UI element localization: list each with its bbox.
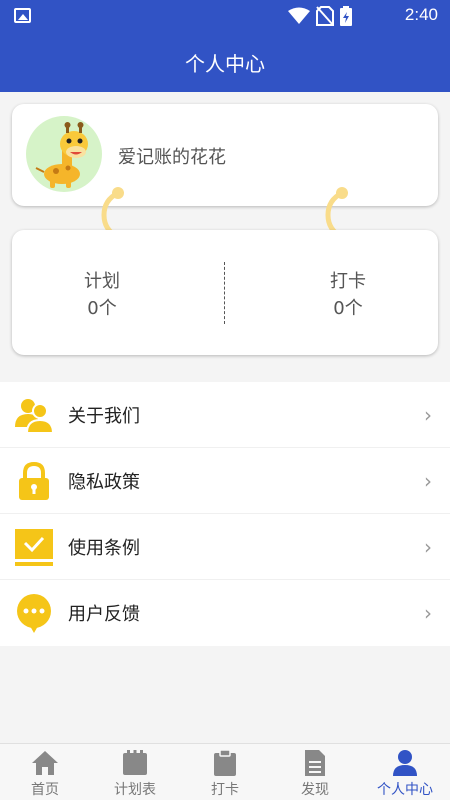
person-icon: [393, 750, 417, 776]
stat-plan[interactable]: 计划 0个: [12, 268, 192, 322]
tab-home[interactable]: 首页: [0, 744, 90, 800]
clipboard-icon: [214, 749, 236, 776]
profile-card[interactable]: 爱记账的花花: [12, 104, 438, 206]
stats-card: 计划 0个 打卡 0个: [12, 230, 438, 355]
stat-plan-label: 计划: [84, 271, 120, 292]
chevron-right-icon: ›: [424, 468, 432, 493]
tab-discover[interactable]: 发现: [270, 744, 360, 800]
menu-item-about[interactable]: 关于我们 ›: [0, 382, 450, 448]
wifi-icon: [288, 7, 310, 24]
stat-checkin[interactable]: 打卡 0个: [258, 268, 438, 322]
users-icon: [15, 399, 54, 434]
page-title: 个人中心: [185, 51, 265, 76]
tab-discover-label: 发现: [301, 782, 329, 798]
status-time: 2:40: [404, 5, 438, 24]
document-icon: [305, 750, 325, 776]
menu-list: 关于我们 › 隐私政策 › 使用条例 › 用户反馈 ›: [0, 382, 450, 646]
status-bar: 2:40: [0, 0, 450, 32]
calendar-icon: [123, 750, 147, 775]
stat-plan-value: 0个: [87, 298, 117, 319]
tab-profile-label: 个人中心: [377, 782, 433, 798]
tab-home-label: 首页: [31, 782, 59, 798]
menu-label-feedback: 用户反馈: [68, 604, 140, 625]
chevron-right-icon: ›: [424, 601, 432, 625]
menu-item-feedback[interactable]: 用户反馈 ›: [0, 580, 450, 646]
stats-divider: [224, 262, 225, 324]
chevron-right-icon: ›: [424, 534, 432, 559]
image-notification-icon: [14, 8, 31, 23]
tab-checkin[interactable]: 打卡: [180, 744, 270, 800]
checkbox-icon: [15, 529, 53, 566]
avatar[interactable]: [26, 116, 102, 192]
giraffe-icon: [35, 122, 88, 188]
chat-icon: [17, 594, 51, 633]
no-sim-icon: [316, 6, 334, 26]
menu-item-terms[interactable]: 使用条例 ›: [0, 514, 450, 580]
lock-icon: [19, 461, 49, 500]
bottom-tab-bar: 首页 计划表 打卡 发现 个人中心: [0, 743, 450, 800]
menu-label-about: 关于我们: [68, 405, 140, 427]
menu-item-privacy[interactable]: 隐私政策 ›: [0, 448, 450, 514]
home-icon: [32, 751, 58, 775]
tab-plan-label: 计划表: [114, 782, 156, 798]
tab-plan[interactable]: 计划表: [90, 744, 180, 800]
battery-icon: [340, 6, 352, 26]
menu-label-privacy: 隐私政策: [68, 471, 140, 493]
app-bar: 个人中心: [0, 32, 450, 92]
tab-checkin-label: 打卡: [211, 782, 239, 798]
tab-profile[interactable]: 个人中心: [360, 744, 450, 800]
system-icons: [288, 6, 352, 26]
menu-label-terms: 使用条例: [68, 537, 140, 559]
stat-checkin-value: 0个: [333, 298, 363, 319]
chevron-right-icon: ›: [424, 402, 432, 427]
profile-name: 爱记账的花花: [118, 147, 226, 168]
stat-checkin-label: 打卡: [330, 271, 366, 292]
